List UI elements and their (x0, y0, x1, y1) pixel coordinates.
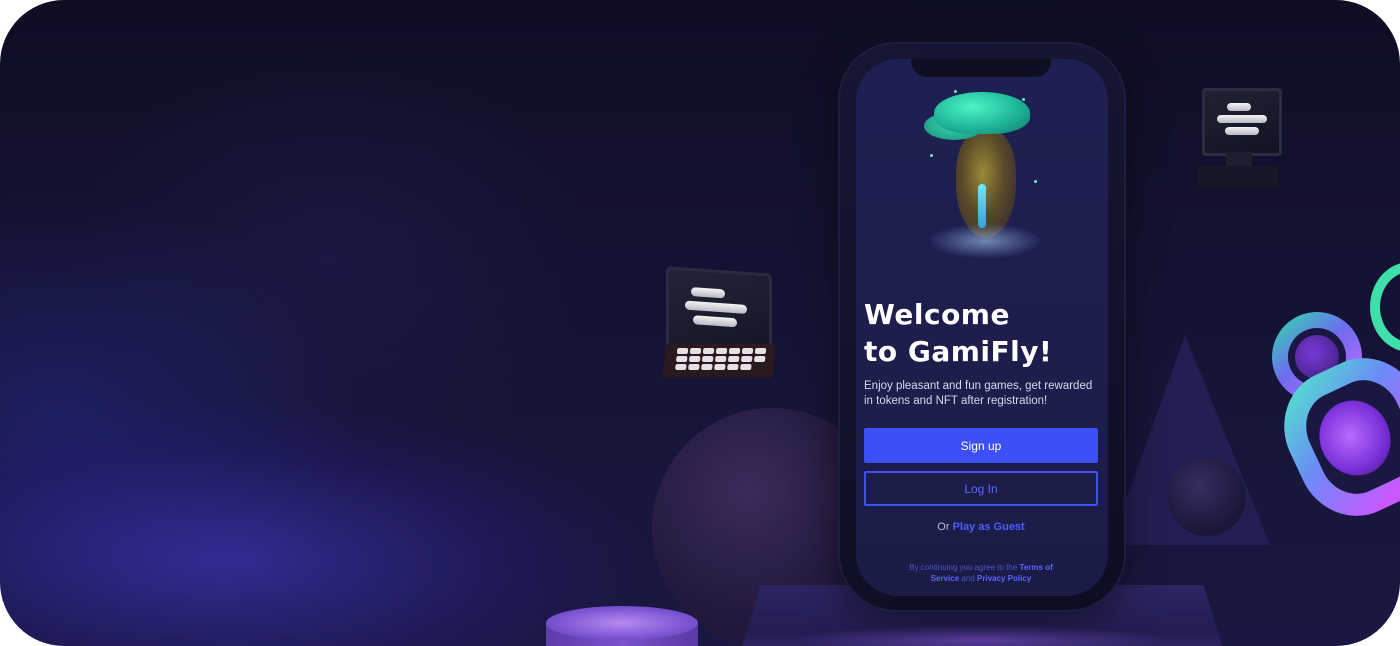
logo-bar (1227, 103, 1251, 111)
laptop-icon (662, 266, 776, 382)
logo-bar (691, 287, 725, 299)
logo-bar (685, 300, 747, 314)
island-mist (930, 224, 1040, 258)
play-as-guest-link[interactable]: Play as Guest (953, 521, 1025, 533)
tree-trunk (956, 130, 1016, 238)
logo-bar (1217, 115, 1267, 123)
terms-prefix: By continuing you agree to the (909, 563, 1018, 572)
terms-notice: By continuing you agree to the Terms of … (896, 562, 1066, 584)
laptop-keyboard (662, 344, 776, 378)
welcome-heading: Welcome to GamiFly! (864, 296, 1104, 370)
terms-conjunction: and (961, 574, 975, 583)
login-button[interactable]: Log In (864, 471, 1098, 506)
logo-bar (693, 315, 737, 328)
guest-row: Or Play as Guest (856, 521, 1106, 533)
tree-canopy (934, 92, 1030, 134)
background-scene: Welcome to GamiFly! Enjoy pleasant and f… (0, 0, 1400, 646)
monitor-neck (1226, 152, 1252, 166)
phone-mockup: Welcome to GamiFly! Enjoy pleasant and f… (840, 44, 1124, 610)
monitor-icon (1192, 86, 1282, 192)
privacy-policy-link[interactable]: Privacy Policy (977, 574, 1031, 583)
monitor-screen (1202, 88, 1282, 156)
decor-cylinder-top (546, 606, 698, 640)
decor-platform-glow (790, 625, 1170, 646)
signup-button[interactable]: Sign up (864, 428, 1098, 463)
phone-notch (911, 59, 1051, 77)
decor-small-sphere (1168, 458, 1246, 536)
guest-prefix: Or (937, 521, 950, 533)
monitor-base (1198, 166, 1278, 188)
welcome-description: Enjoy pleasant and fun games, get reward… (864, 380, 1093, 407)
logo-bar (1225, 127, 1259, 135)
phone-screen: Welcome to GamiFly! Enjoy pleasant and f… (856, 59, 1108, 596)
floating-island-illustration (924, 84, 1044, 264)
welcome-line-2: to GamiFly! (864, 335, 1053, 368)
decor-ring-green (1370, 262, 1400, 352)
welcome-line-1: Welcome (864, 298, 1010, 331)
waterfall (978, 184, 986, 228)
